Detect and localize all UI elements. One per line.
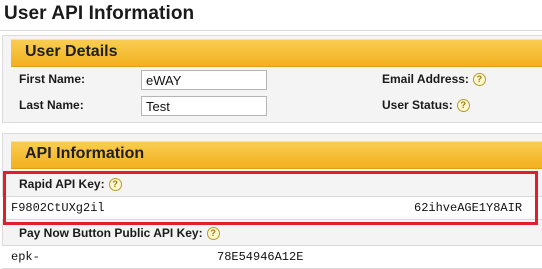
pay-now-api-key-value[interactable]: epk- 78E54946A12E (2, 245, 542, 269)
pay-now-key-help-icon[interactable]: ? (206, 226, 220, 240)
pay-now-api-key-label: Pay Now Button Public API Key: ? (19, 226, 220, 240)
user-details-header: User Details (11, 39, 542, 67)
api-information-header: API Information (11, 141, 542, 169)
page-title: User API Information (4, 3, 195, 24)
first-name-field[interactable] (141, 70, 267, 90)
email-address-label: Email Address: ? (382, 72, 486, 86)
api-information-heading: API Information (25, 145, 145, 162)
status-help-icon[interactable]: ? (456, 98, 470, 112)
rapid-api-key-label: Rapid API Key: ? (19, 177, 122, 191)
email-help-icon[interactable]: ? (472, 72, 486, 86)
user-details-heading: User Details (25, 43, 118, 60)
pay-now-api-key-part1: epk- (11, 250, 40, 264)
title-divider (0, 30, 542, 31)
rapid-api-key-part2: 62ihveAGE1Y8AIR (414, 201, 523, 215)
last-name-field[interactable] (141, 96, 267, 116)
user-status-label: User Status: ? (382, 98, 470, 112)
last-name-label: Last Name: (19, 98, 84, 112)
rapid-api-key-part1: F9802CtUXg2il (11, 201, 105, 215)
pay-now-api-key-part2: 78E54946A12E (217, 250, 304, 264)
rapid-api-key-value[interactable]: F9802CtUXg2il 62ihveAGE1Y8AIR (2, 196, 542, 220)
rapid-key-help-icon[interactable]: ? (108, 177, 122, 191)
first-name-label: First Name: (19, 72, 86, 86)
